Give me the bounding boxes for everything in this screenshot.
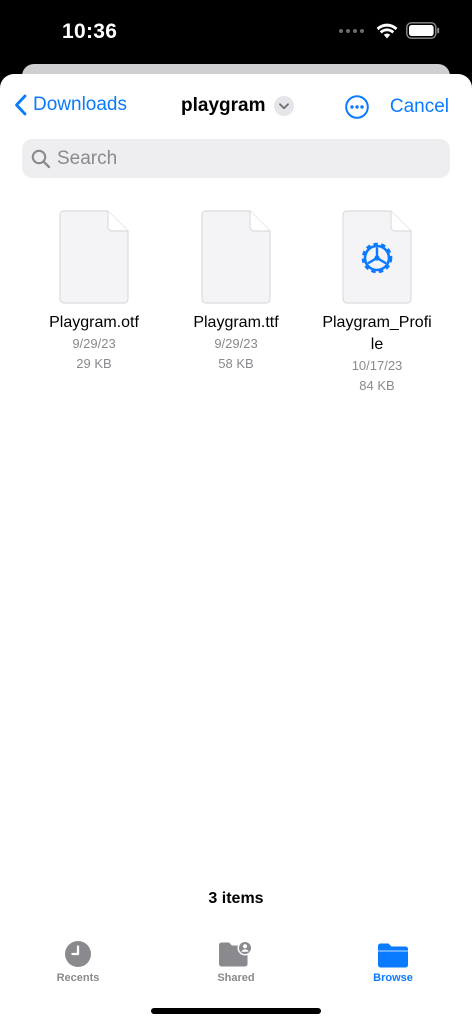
status-time: 10:36 — [62, 20, 118, 43]
blank-document-icon — [58, 210, 130, 304]
chevron-left-icon — [15, 94, 27, 116]
cellular-signal-icon — [339, 28, 364, 33]
tab-browse[interactable]: Browse — [343, 938, 443, 984]
tab-label: Recents — [56, 972, 100, 984]
more-options-button[interactable] — [345, 95, 369, 124]
files-browser-sheet: Downloads playgram Cancel Search Playgra… — [0, 74, 472, 1024]
folder-title: playgram — [181, 95, 295, 117]
file-name: Playgram_Profi le — [322, 314, 432, 353]
status-bar: 10:36 — [0, 0, 472, 64]
wifi-icon — [376, 23, 398, 39]
file-date: 10/17/23 — [351, 358, 403, 373]
clock-icon — [28, 938, 128, 968]
tab-label: Shared — [217, 972, 255, 984]
shared-folder-icon — [186, 938, 286, 968]
file-item-playgram-profile[interactable]: Playgram_Profi le 10/17/23 84 KB — [307, 210, 447, 396]
settings-profile-document-icon — [341, 210, 413, 304]
tab-recents[interactable]: Recents — [28, 938, 128, 984]
file-size: 29 KB — [76, 356, 112, 371]
cancel-button[interactable]: Cancel — [390, 96, 449, 118]
tab-label: Browse — [373, 972, 413, 984]
items-count: 3 items — [208, 890, 264, 907]
file-item-playgram-ttf[interactable]: Playgram.ttf 9/29/23 58 KB — [166, 210, 306, 374]
search-bar[interactable] — [22, 139, 450, 178]
page-title: playgram — [181, 95, 266, 116]
tab-shared[interactable]: Shared — [186, 938, 286, 984]
back-button-label: Downloads — [33, 94, 127, 115]
file-name: Playgram.ttf — [193, 314, 279, 331]
home-indicator[interactable] — [151, 1008, 321, 1014]
file-item-playgram-otf[interactable]: Playgram.otf 9/29/23 29 KB — [24, 210, 164, 374]
file-name: Playgram.otf — [49, 314, 139, 331]
file-size: 58 KB — [218, 356, 254, 371]
back-button[interactable]: Downloads — [14, 94, 127, 116]
battery-icon — [406, 22, 440, 39]
file-size: 84 KB — [359, 378, 395, 393]
blank-document-icon — [200, 210, 272, 304]
navigation-bar: Downloads playgram Cancel — [0, 74, 472, 140]
ellipsis-circle-icon — [345, 95, 369, 119]
file-date: 9/29/23 — [214, 336, 258, 351]
title-menu-button[interactable] — [274, 96, 295, 116]
folder-icon — [343, 938, 443, 968]
status-indicators — [339, 22, 440, 39]
search-icon — [31, 149, 51, 168]
file-date: 9/29/23 — [72, 336, 116, 351]
chevron-down-icon — [279, 102, 290, 109]
search-input[interactable] — [57, 147, 417, 170]
